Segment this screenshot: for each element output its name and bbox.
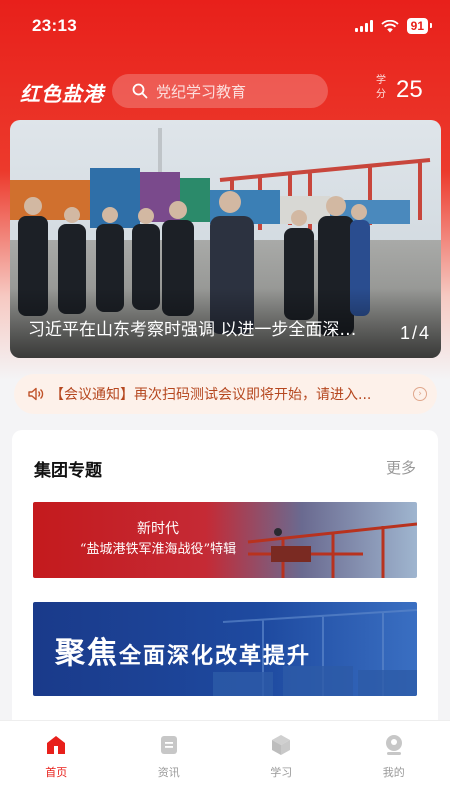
- status-time: 23:13: [32, 16, 77, 35]
- bottom-tab-bar: 首页 资讯 学习 我的: [0, 720, 450, 800]
- tab-profile[interactable]: 我的: [338, 721, 450, 800]
- notice-bar[interactable]: 【会议通知】再次扫码测试会议即将开始，请进入... ›: [14, 374, 437, 414]
- topic-banner-1-title: 新时代: [137, 521, 179, 537]
- app-logo: 红色盐港: [20, 82, 104, 106]
- tab-profile-label: 我的: [382, 766, 405, 779]
- tab-news-label: 资讯: [157, 766, 180, 779]
- banner-page-indicator: 1/4: [399, 323, 431, 343]
- topic-banner-2-title: 聚焦全面深化改革提升: [55, 628, 311, 672]
- search-bar[interactable]: 党纪学习教育: [112, 74, 328, 108]
- speaker-icon: [28, 387, 44, 401]
- news-carousel[interactable]: 习近平在山东考察时强调 以进一步全面深化改革为动力 1/4: [10, 120, 441, 358]
- topic-banner-1[interactable]: 新时代 “盐城港铁军淮海战役”特辑: [33, 502, 417, 578]
- tab-study[interactable]: 学习: [225, 721, 338, 800]
- topic-banner-1-subtitle: “盐城港铁军淮海战役”特辑: [79, 542, 237, 557]
- section-title: 集团专题: [34, 461, 102, 481]
- more-link[interactable]: 更多: [386, 457, 416, 478]
- status-bar: 23:13 91: [0, 0, 450, 52]
- score-label: 学分: [376, 75, 386, 100]
- topic-banner-2-big-2: 焦: [87, 636, 119, 671]
- app-header: 红色盐港 党纪学习教育 学分 25: [0, 72, 450, 110]
- search-placeholder: 党纪学习教育: [156, 82, 247, 101]
- topic-banner-2-big-1: 聚: [55, 636, 87, 671]
- tab-study-label: 学习: [270, 766, 293, 779]
- topic-banner-2[interactable]: 聚焦全面深化改革提升: [33, 602, 417, 696]
- banner-caption: 习近平在山东考察时强调 以进一步全面深化改革为动力: [28, 320, 363, 340]
- score-value[interactable]: 25: [396, 76, 423, 104]
- topic-banner-2-rest: 全面深化改革提升: [119, 643, 312, 669]
- group-topics-card: 集团专题 更多 新时代 “盐城港铁军淮海战役”特辑 聚焦全面深化改革提升: [12, 430, 438, 730]
- profile-icon: [385, 735, 402, 755]
- status-indicators: 91: [354, 18, 433, 34]
- battery-indicator: 91: [406, 18, 433, 34]
- tab-home-label: 首页: [45, 766, 68, 779]
- search-icon: [132, 83, 148, 99]
- chevron-right-icon[interactable]: ›: [413, 387, 427, 401]
- notice-text: 【会议通知】再次扫码测试会议即将开始，请进入...: [50, 387, 372, 403]
- study-icon: [272, 735, 291, 755]
- tab-home[interactable]: 首页: [0, 721, 113, 800]
- news-icon: [160, 736, 177, 754]
- home-icon: [47, 736, 66, 754]
- cellular-signal-icon: [354, 20, 373, 32]
- wifi-icon: [381, 19, 399, 32]
- tab-news[interactable]: 资讯: [113, 721, 226, 800]
